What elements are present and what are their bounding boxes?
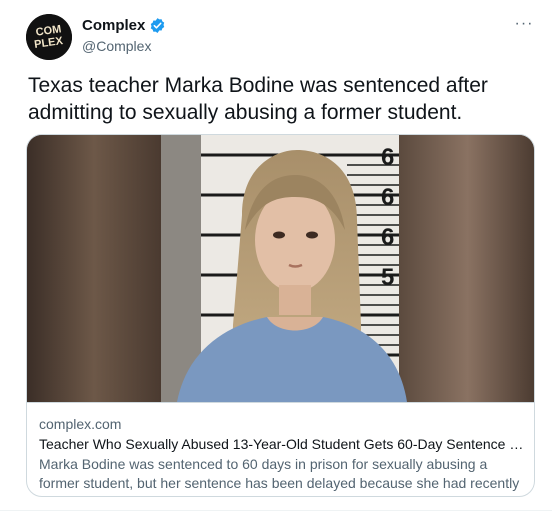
link-card[interactable]: 6 6 6 5 complex.com Teacher Who Sexually… [26, 134, 535, 497]
verified-badge-icon [149, 17, 166, 34]
avatar[interactable]: COM PLEX [26, 14, 72, 60]
more-options-icon: ··· [514, 15, 534, 32]
height-mark: 6 [381, 224, 394, 251]
height-mark: 6 [381, 184, 394, 211]
card-description: Marka Bodine was sentenced to 60 days in… [39, 456, 520, 496]
card-image-illustration: 6 6 6 5 [27, 135, 534, 402]
card-body[interactable]: complex.com Teacher Who Sexually Abused … [27, 402, 534, 496]
height-mark: 5 [381, 264, 394, 291]
card-domain: complex.com [39, 416, 122, 432]
height-mark: 6 [381, 144, 394, 171]
tweet[interactable]: COM PLEX Complex @Complex ··· Texas teac… [0, 0, 552, 511]
tweet-text: Texas teacher Marka Bodine was sentenced… [28, 74, 488, 124]
author-handle[interactable]: @Complex [82, 38, 151, 54]
more-options-button[interactable]: ··· [512, 12, 536, 36]
mugshot-photo[interactable]: 6 6 6 5 [27, 135, 534, 402]
card-title[interactable]: Teacher Who Sexually Abused 13-Year-Old … [39, 436, 524, 452]
author-name-row[interactable]: Complex [82, 17, 166, 34]
author-display-name[interactable]: Complex [82, 17, 145, 34]
complex-logo: COM PLEX [26, 14, 72, 60]
